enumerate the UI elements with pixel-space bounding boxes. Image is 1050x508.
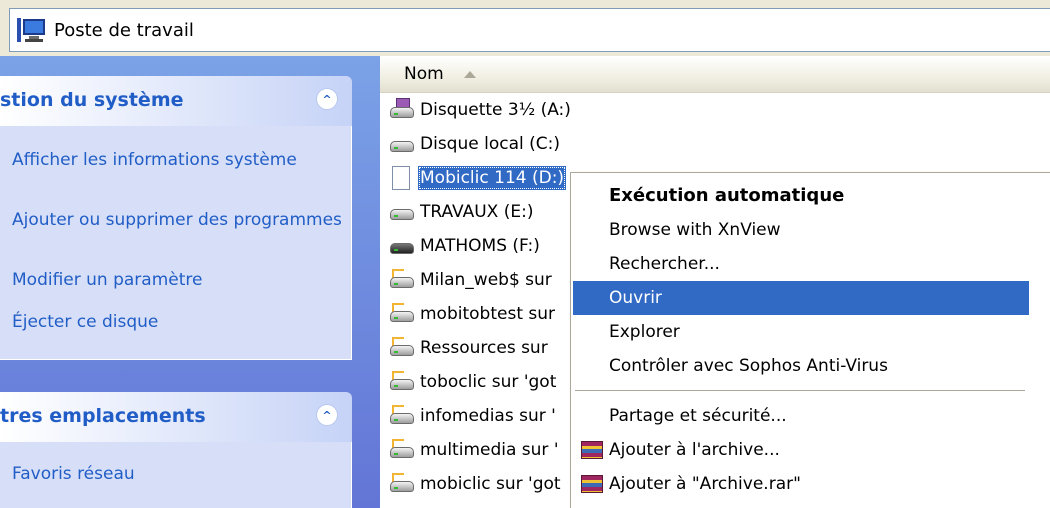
list-item[interactable]: Disquette 3½ (A:) — [388, 94, 573, 126]
menu-item-sophos-scan[interactable]: Contrôler avec Sophos Anti-Virus — [573, 349, 1029, 383]
hard-drive-icon — [388, 200, 416, 224]
collapse-chevron-icon[interactable]: ^ — [316, 88, 338, 110]
list-item[interactable]: toboclic sur 'got — [388, 366, 558, 398]
column-header-label: Nom — [404, 64, 444, 84]
system-tasks-body: Afficher les informations système Ajoute… — [0, 126, 352, 360]
network-drive-icon — [388, 438, 416, 462]
menu-item-explore[interactable]: Explorer — [573, 315, 1029, 349]
menu-separator — [575, 390, 1025, 391]
task-pane: stion du système ^ Afficher les informat… — [0, 56, 380, 508]
list-item-label: MATHOMS (F:) — [420, 236, 540, 256]
link-change-setting[interactable]: Modifier un paramètre — [12, 270, 342, 291]
network-drive-icon — [388, 336, 416, 360]
list-item-label: infomedias sur ' — [420, 406, 556, 426]
network-drive-icon — [388, 268, 416, 292]
menu-item-label: Ajouter à "Archive.rar" — [609, 474, 801, 494]
address-bar-container: Poste de travail — [0, 0, 1050, 56]
address-text: Poste de travail — [54, 19, 194, 41]
network-drive-icon — [388, 404, 416, 428]
list-item-label: TRAVAUX (E:) — [420, 202, 534, 222]
address-bar[interactable]: Poste de travail — [9, 8, 1050, 52]
floppy-drive-icon — [388, 98, 416, 122]
column-header-name[interactable]: Nom — [380, 56, 1050, 93]
list-item-label: mobitobtest sur — [420, 304, 556, 324]
list-item-label: Milan_web$ sur — [420, 270, 552, 290]
menu-item-add-to-archive[interactable]: Ajouter à l'archive... — [573, 433, 1029, 467]
computer-icon — [16, 16, 48, 44]
list-item[interactable]: mobitobtest sur — [388, 298, 557, 330]
list-item-label: Disque local (C:) — [420, 134, 560, 154]
cd-drive-icon — [388, 166, 416, 190]
context-menu: Exécution automatique Browse with XnView… — [570, 172, 1050, 508]
menu-item-autorun[interactable]: Exécution automatique — [573, 179, 1029, 213]
list-item[interactable]: Ressources sur — [388, 332, 550, 364]
winrar-icon — [581, 441, 603, 459]
hard-drive-icon — [388, 132, 416, 156]
list-item-label: Mobiclic 114 (D:) — [418, 166, 567, 190]
list-item-label: Disquette 3½ (A:) — [420, 100, 571, 120]
winrar-icon — [581, 475, 603, 493]
menu-item-open[interactable]: Ouvrir — [573, 281, 1029, 315]
menu-item-label: Ajouter à l'archive... — [609, 440, 780, 460]
list-item-label: multimedia sur ' — [420, 440, 559, 460]
collapse-chevron-icon[interactable]: ^ — [316, 404, 338, 426]
list-item-label: toboclic sur 'got — [420, 372, 557, 392]
list-item[interactable]: multimedia sur ' — [388, 434, 561, 466]
network-drive-icon — [388, 370, 416, 394]
menu-item-search[interactable]: Rechercher... — [573, 247, 1029, 281]
list-item[interactable]: MATHOMS (F:) — [388, 230, 542, 262]
list-item[interactable]: infomedias sur ' — [388, 400, 558, 432]
hard-drive-icon — [388, 234, 416, 258]
other-places-title: tres emplacements — [0, 405, 206, 427]
other-places-header[interactable]: tres emplacements ^ — [0, 392, 352, 442]
system-tasks-title: stion du système — [0, 89, 184, 111]
link-add-remove-programs[interactable]: Ajouter ou supprimer des programmes — [12, 210, 342, 231]
list-item-label: mobiclic sur 'got — [420, 474, 561, 494]
other-places-body: Favoris réseau — [0, 442, 352, 508]
list-item[interactable]: Disque local (C:) — [388, 128, 562, 160]
list-item[interactable]: TRAVAUX (E:) — [388, 196, 535, 228]
sort-ascending-icon — [464, 71, 476, 78]
list-item[interactable]: Milan_web$ sur — [388, 264, 554, 296]
network-drive-icon — [388, 302, 416, 326]
link-show-system-info[interactable]: Afficher les informations système — [12, 150, 342, 171]
menu-item-add-to-archive-rar[interactable]: Ajouter à "Archive.rar" — [573, 467, 1029, 501]
system-tasks-header[interactable]: stion du système ^ — [0, 76, 352, 126]
list-item-selected[interactable]: Mobiclic 114 (D:) — [388, 162, 567, 194]
link-eject-disk[interactable]: Éjecter ce disque — [12, 312, 342, 333]
list-item[interactable]: mobiclic sur 'got — [388, 468, 563, 500]
menu-item-sharing-security[interactable]: Partage et sécurité... — [573, 399, 1029, 433]
network-drive-icon — [388, 472, 416, 496]
menu-item-browse-xnview[interactable]: Browse with XnView — [573, 213, 1029, 247]
link-network-favorites[interactable]: Favoris réseau — [12, 464, 342, 485]
list-item-label: Ressources sur — [420, 338, 548, 358]
